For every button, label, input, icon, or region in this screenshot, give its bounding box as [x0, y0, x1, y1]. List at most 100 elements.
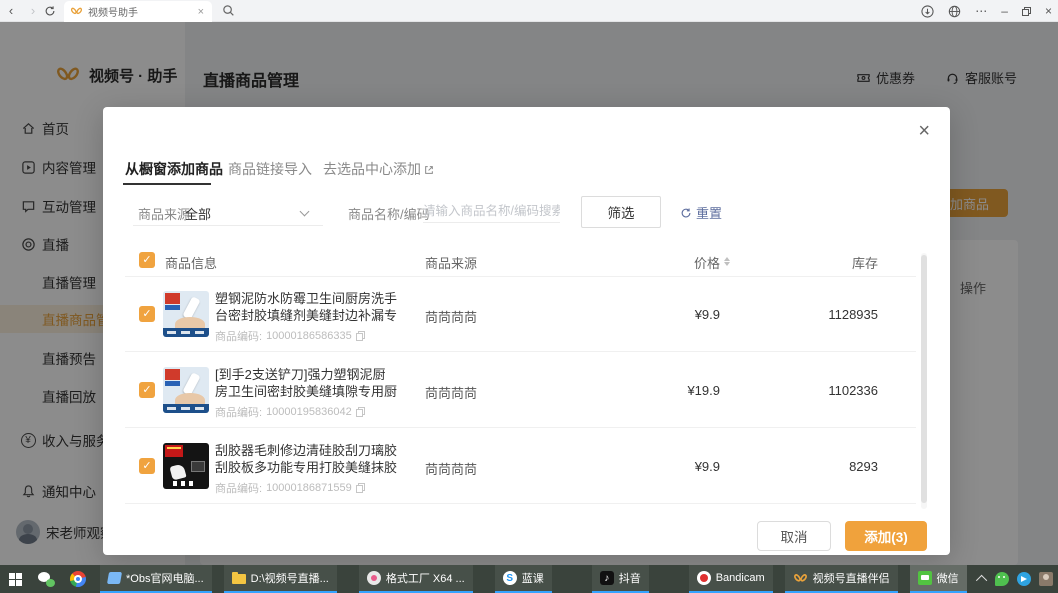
product-image [163, 443, 209, 489]
scrollbar[interactable] [921, 253, 927, 509]
product-title[interactable]: 刮胶器毛刺修边清硅胶刮刀璃胶刮胶板多功能专用打胶美缝抹胶神器 [215, 442, 397, 476]
telegram-tray-icon[interactable] [1017, 572, 1031, 586]
source-select[interactable]: 全部 [185, 204, 211, 223]
system-tray: 中 S [979, 571, 1058, 587]
start-button[interactable] [0, 565, 30, 593]
product-code: 商品编码: 10000186871559 [215, 480, 365, 496]
contact-tray-icon[interactable] [1039, 572, 1053, 586]
taskbar-app-douyin[interactable]: ♪ 抖音 [592, 565, 649, 593]
download-icon[interactable] [921, 5, 934, 18]
close-tab-icon[interactable]: × [196, 6, 206, 18]
source-select-underline [133, 225, 323, 226]
taskbar-app-formatfactory[interactable]: 格式工厂 X64 ... [359, 565, 473, 593]
table-row: ✓ 塑钢泥防水防霉卫生间厨房洗手台密封胶填缝剂美缝封边补漏专用胶150ml...… [103, 276, 950, 352]
close-window-icon[interactable]: × [1045, 0, 1052, 22]
product-price: ¥19.9 [643, 383, 720, 398]
search-icon[interactable] [222, 4, 235, 17]
col-header-stock: 库存 [793, 253, 878, 272]
minimize-icon[interactable]: – [1001, 0, 1008, 22]
browser-titlebar: ‹ › 视频号助手 × ⋯ – [0, 0, 1058, 22]
row-checkbox[interactable]: ✓ [139, 306, 155, 322]
taskbar-app-live-companion[interactable]: 视频号直播伴侣 [785, 565, 898, 593]
obs-icon [107, 572, 122, 584]
product-image [163, 367, 209, 413]
folder-icon [232, 574, 246, 584]
chevron-down-icon [300, 207, 310, 217]
taskbar-app-label: D:\视频号直播... [251, 570, 329, 586]
chrome-dock-button[interactable] [62, 565, 94, 593]
code-label: 商品编码: [215, 404, 262, 420]
bandicam-icon [697, 571, 711, 585]
select-all-checkbox[interactable]: ✓ [139, 252, 155, 268]
tab-selection-center[interactable]: 去选品中心添加 [323, 159, 434, 179]
product-title[interactable]: 塑钢泥防水防霉卫生间厨房洗手台密封胶填缝剂美缝封边补漏专用胶150ml... [215, 290, 397, 324]
copy-icon[interactable] [356, 331, 365, 341]
reset-button[interactable]: 重置 [680, 203, 722, 222]
scrollbar-thumb[interactable] [921, 255, 927, 503]
row-divider [125, 503, 916, 504]
code-value: 10000195836042 [266, 406, 352, 418]
refresh-icon [680, 207, 692, 219]
copy-icon[interactable] [356, 483, 365, 493]
more-icon[interactable]: ⋯ [975, 0, 987, 22]
screen: ‹ › 视频号助手 × ⋯ – [0, 0, 1058, 593]
add-products-modal: × 从橱窗添加商品 商品链接导入 去选品中心添加 商品来源 全部 商品名称/编码… [103, 107, 950, 555]
tab-add-from-showcase[interactable]: 从橱窗添加商品 [125, 159, 223, 179]
taskbar-app-bandicam[interactable]: Bandicam [689, 565, 773, 593]
back-icon[interactable]: ‹ [0, 3, 22, 18]
product-stock: 1128935 [793, 307, 878, 322]
globe-icon[interactable] [948, 5, 961, 18]
taskbar-app-lanke[interactable]: S 蓝课 [495, 565, 552, 593]
forward-icon[interactable]: › [22, 3, 44, 18]
taskbar-app-label: 视频号直播伴侣 [813, 570, 890, 586]
wechat-dock-button[interactable] [30, 565, 62, 593]
product-stock: 8293 [793, 459, 878, 474]
douyin-icon: ♪ [600, 571, 614, 585]
filter-button[interactable]: 筛选 [581, 196, 661, 228]
confirm-add-button[interactable]: 添加(3) [845, 521, 927, 551]
chevron-up-icon[interactable] [976, 575, 987, 586]
product-stock: 1102336 [793, 383, 878, 398]
product-code: 商品编码: 10000195836042 [215, 404, 365, 420]
windows-icon [9, 573, 22, 586]
product-source: 苘苘苘苘 [425, 383, 477, 402]
product-price: ¥9.9 [643, 307, 720, 322]
taskbar-app-label: 抖音 [619, 570, 641, 586]
active-tab-underline [123, 183, 211, 185]
close-modal-icon[interactable]: × [918, 121, 930, 141]
taskbar-app-label: 蓝课 [522, 570, 544, 586]
tab-import-link[interactable]: 商品链接导入 [228, 159, 312, 179]
wechat-icon [38, 572, 55, 587]
row-checkbox[interactable]: ✓ [139, 458, 155, 474]
channels-logo-icon [793, 571, 808, 586]
product-code: 商品编码: 10000186586335 [215, 328, 365, 344]
taskbar-app-explorer[interactable]: D:\视频号直播... [224, 565, 337, 593]
taskbar-app-obs[interactable]: *Obs官网电脑... [100, 565, 212, 593]
sort-icon[interactable] [724, 256, 732, 267]
lanke-icon: S [503, 571, 517, 585]
browser-tab[interactable]: 视频号助手 × [64, 1, 212, 22]
cancel-button[interactable]: 取消 [757, 521, 831, 551]
tab-label: 去选品中心添加 [323, 161, 421, 177]
product-title[interactable]: [到手2支送铲刀]强力塑钢泥厨房卫生间密封胶美缝填隙专用厨卫密封胶150M... [215, 366, 397, 400]
channels-logo-icon [70, 5, 83, 18]
product-source: 苘苘苘苘 [425, 307, 477, 326]
wechat-tray-icon[interactable] [995, 572, 1009, 586]
taskbar-app-wechat[interactable]: 微信 [910, 565, 967, 593]
chrome-icon [70, 571, 86, 587]
taskbar-app-label: 微信 [937, 570, 959, 586]
row-checkbox[interactable]: ✓ [139, 382, 155, 398]
table-row: ✓ 刮胶器毛刺修边清硅胶刮刀璃胶刮胶板多功能专用打胶美缝抹胶神器 商品编码: 1… [103, 428, 950, 504]
source-filter-label: 商品来源 [138, 204, 190, 223]
code-label: 商品编码: [215, 480, 262, 496]
name-search-input[interactable] [423, 199, 560, 223]
restore-icon[interactable] [1022, 7, 1031, 16]
taskbar-app-label: Bandicam [716, 572, 765, 584]
product-source: 苘苘苘苘 [425, 459, 477, 478]
format-factory-icon [367, 571, 381, 585]
wechat-window-icon [918, 571, 932, 585]
code-value: 10000186871559 [266, 482, 352, 494]
refresh-icon[interactable] [44, 5, 66, 17]
copy-icon[interactable] [356, 407, 365, 417]
code-label: 商品编码: [215, 328, 262, 344]
